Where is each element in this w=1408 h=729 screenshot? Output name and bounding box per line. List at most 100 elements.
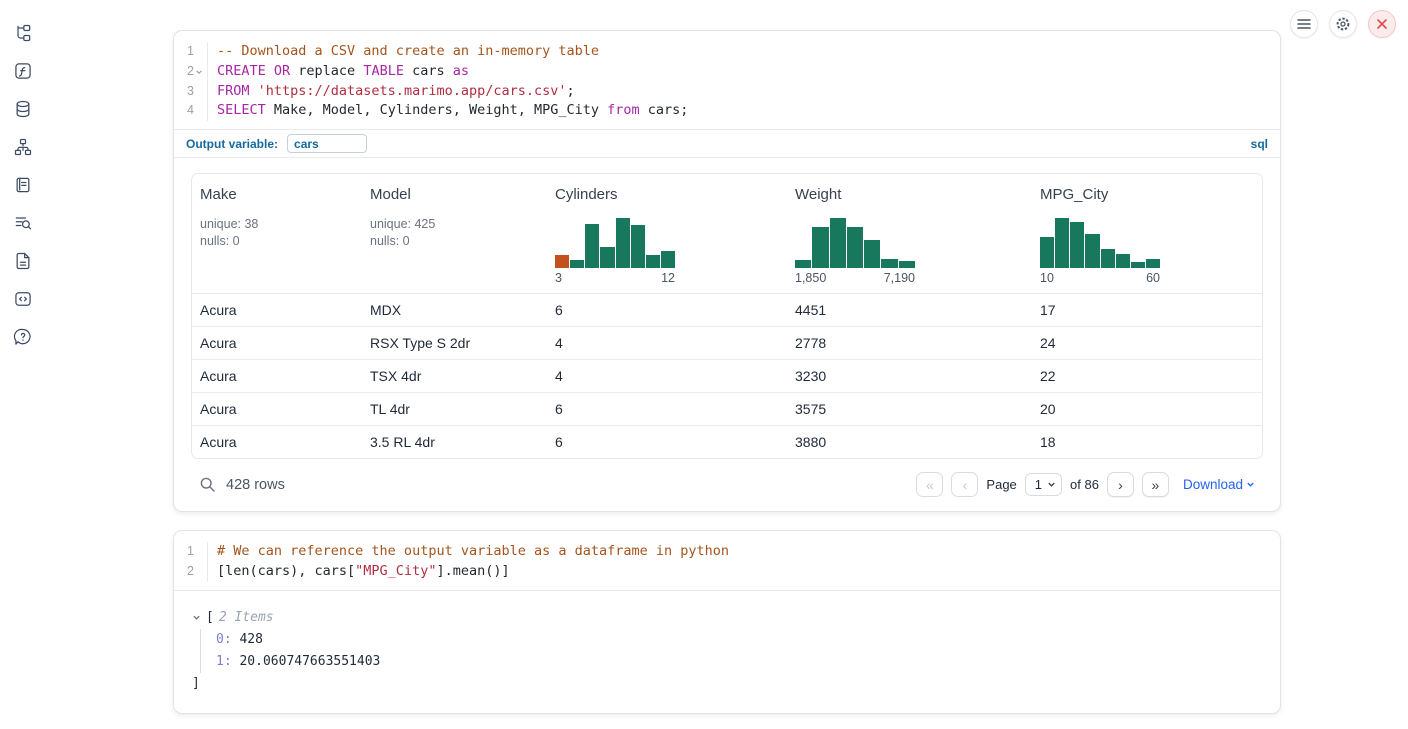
dependency-graph-icon[interactable] <box>12 136 34 158</box>
cell-model: RSX Type S 2dr <box>362 327 547 359</box>
histogram-bar <box>646 255 660 268</box>
page-select-value: 1 <box>1035 477 1042 492</box>
histogram-bar <box>1040 237 1054 268</box>
nulls-stat: nulls: 0 <box>370 234 410 248</box>
chevron-down-icon <box>1246 480 1255 489</box>
prev-page-button[interactable]: ‹ <box>951 472 978 497</box>
sql-cell: 1 -- Download a CSV and create an in-mem… <box>173 30 1281 512</box>
column-header-make[interactable]: Make unique: 38nulls: 0 <box>192 174 362 293</box>
histogram-bar <box>616 218 630 268</box>
histogram-bar <box>570 260 584 268</box>
first-page-button[interactable]: « <box>916 472 943 497</box>
entry-value: 20.060747663551403 <box>239 654 380 669</box>
table-row: Acura RSX Type S 2dr 4 2778 24 <box>192 326 1262 359</box>
histogram-cylinders: 312 <box>555 216 675 285</box>
snippets-icon[interactable] <box>12 288 34 310</box>
histogram-bar <box>1116 254 1130 268</box>
code-line: 2 CREATE OR replace TABLE cars as <box>174 62 1280 82</box>
histogram-bar <box>847 227 863 268</box>
row-count-label: 428 rows <box>226 477 285 493</box>
settings-gear-button[interactable] <box>1329 10 1357 38</box>
python-code-editor[interactable]: 1 # We can reference the output variable… <box>174 531 1280 590</box>
help-icon[interactable] <box>12 326 34 348</box>
code-token: CREATE OR <box>217 63 290 79</box>
cell-model: 3.5 RL 4dr <box>362 426 547 458</box>
documentation-icon[interactable] <box>12 250 34 272</box>
histogram-bar <box>795 260 811 268</box>
page-select[interactable]: 1 <box>1025 473 1062 496</box>
hist-max-label: 60 <box>1146 271 1160 285</box>
cell-make: Acura <box>192 393 362 425</box>
column-title: Cylinders <box>555 186 779 203</box>
scratchpad-icon[interactable] <box>12 174 34 196</box>
cell-mpg: 17 <box>1032 294 1262 326</box>
code-line: 2 [len(cars), cars["MPG_City"].mean()] <box>174 562 1280 582</box>
cell-make: Acura <box>192 294 362 326</box>
cell-cylinders: 6 <box>547 294 787 326</box>
next-page-button[interactable]: › <box>1107 472 1134 497</box>
fold-chevron-icon[interactable] <box>195 67 204 76</box>
search-icon[interactable] <box>199 476 216 493</box>
line-number: 1 <box>187 42 194 62</box>
topbar-actions <box>1290 10 1396 38</box>
column-title: Model <box>370 186 539 203</box>
functions-icon[interactable] <box>12 60 34 82</box>
file-tree-icon[interactable] <box>12 22 34 44</box>
code-token: FROM <box>217 83 258 99</box>
cell-cylinders: 4 <box>547 327 787 359</box>
download-label: Download <box>1183 477 1243 492</box>
histogram-bar <box>1101 249 1115 268</box>
code-token: ].mean()] <box>436 563 509 579</box>
histogram-bar <box>661 251 675 268</box>
last-page-button[interactable]: » <box>1142 472 1169 497</box>
entry-key: 1: <box>216 654 232 669</box>
hist-max-label: 7,190 <box>884 271 915 285</box>
cell-weight: 3575 <box>787 393 1032 425</box>
column-header-mpg-city[interactable]: MPG_City 1060 <box>1032 174 1262 293</box>
entry-key: 0: <box>216 632 232 647</box>
code-token: 'https://datasets.marimo.app/cars.csv' <box>258 83 567 99</box>
histogram-bar <box>600 247 614 268</box>
unique-stat: unique: 38 <box>200 217 258 231</box>
hist-min-label: 1,850 <box>795 271 826 285</box>
histogram-bar <box>555 255 569 268</box>
result-entry: 1: 20.060747663551403 <box>216 651 1262 673</box>
column-title: Make <box>200 186 354 203</box>
menu-button[interactable] <box>1290 10 1318 38</box>
code-token: TABLE <box>363 63 404 79</box>
histogram-bar <box>631 225 645 268</box>
language-badge: sql <box>1251 137 1268 151</box>
table-row: Acura TL 4dr 6 3575 20 <box>192 392 1262 425</box>
line-number: 1 <box>187 542 194 562</box>
download-button[interactable]: Download <box>1183 477 1255 492</box>
column-header-cylinders[interactable]: Cylinders 312 <box>547 174 787 293</box>
sql-code-editor[interactable]: 1 -- Download a CSV and create an in-mem… <box>174 31 1280 129</box>
logs-search-icon[interactable] <box>12 212 34 234</box>
table-header-row: Make unique: 38nulls: 0 Model unique: 42… <box>192 174 1262 293</box>
histogram-weight: 1,850 7,190 <box>795 216 915 285</box>
histogram-bar <box>1085 234 1099 268</box>
code-token: -- Download a CSV and create an in-memor… <box>217 43 599 59</box>
histogram-bar <box>1146 259 1160 268</box>
code-line: 3 FROM 'https://datasets.marimo.app/cars… <box>174 82 1280 102</box>
code-token: cars <box>404 63 453 79</box>
shutdown-close-button[interactable] <box>1368 10 1396 38</box>
code-token: replace <box>290 63 363 79</box>
histogram-bar <box>830 218 846 268</box>
code-token: cars; <box>640 102 689 118</box>
code-line: 1 # We can reference the output variable… <box>174 542 1280 562</box>
histogram-bar <box>881 259 897 268</box>
code-token: [len(cars), cars[ <box>217 563 355 579</box>
notebook: 1 -- Download a CSV and create an in-mem… <box>173 30 1281 714</box>
cell-weight: 4451 <box>787 294 1032 326</box>
line-number: 3 <box>187 82 194 102</box>
code-token: SELECT <box>217 102 266 118</box>
output-variable-input[interactable] <box>287 134 367 153</box>
column-header-model[interactable]: Model unique: 425nulls: 0 <box>362 174 547 293</box>
collapse-chevron-icon[interactable] <box>192 613 201 622</box>
cell-cylinders: 6 <box>547 426 787 458</box>
database-icon[interactable] <box>12 98 34 120</box>
column-header-weight[interactable]: Weight 1,8507,190 <box>787 174 1032 293</box>
code-line: 4 SELECT Make, Model, Cylinders, Weight,… <box>174 101 1280 121</box>
hist-max-label: 12 <box>661 271 675 285</box>
